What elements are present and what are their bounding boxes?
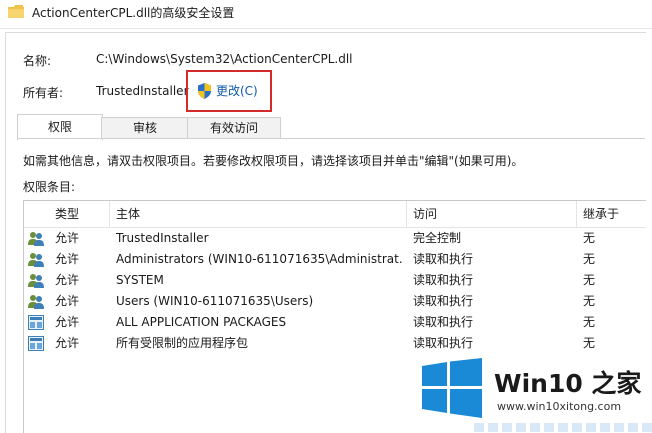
change-owner-label: 更改(C) xyxy=(216,84,258,98)
column-access[interactable]: 访问 xyxy=(407,201,577,227)
table-header: 类型 主体 访问 继承于 xyxy=(24,201,646,228)
title-bar: ActionCenterCPL.dll的高级安全设置 xyxy=(0,0,652,24)
column-type[interactable]: 类型 xyxy=(24,201,110,227)
cell-principal: SYSTEM xyxy=(116,273,164,287)
watermark-strip xyxy=(474,423,652,432)
cell-type: 允许 xyxy=(55,231,80,245)
name-value: C:\Windows\System32\ActionCenterCPL.dll xyxy=(96,52,353,66)
cell-access: 读取和执行 xyxy=(413,315,474,329)
tab-effective-access-label: 有效访问 xyxy=(209,121,258,135)
owner-value: TrustedInstaller xyxy=(96,84,189,98)
cell-inherited-from: 无 xyxy=(583,273,596,287)
windows-logo-icon xyxy=(422,358,482,418)
tab-permissions[interactable]: 权限 xyxy=(17,114,103,140)
column-inherited-from[interactable]: 继承于 xyxy=(577,201,646,227)
entries-label: 权限条目: xyxy=(23,180,76,194)
cell-type: 允许 xyxy=(55,336,80,350)
window-title: ActionCenterCPL.dll的高级安全设置 xyxy=(32,6,235,20)
cell-inherited-from: 无 xyxy=(583,315,596,329)
tab-auditing-label: 审核 xyxy=(132,121,157,135)
cell-access: 读取和执行 xyxy=(413,294,474,308)
cell-principal: Users (WIN10-611071635\Users) xyxy=(116,294,314,308)
table-row[interactable]: 允许 Administrators (WIN10-611071635\Admini… xyxy=(24,249,646,270)
tab-underline xyxy=(17,138,645,139)
cell-type: 允许 xyxy=(55,294,80,308)
table-row[interactable]: 允许 ALL APPLICATION PACKAGES 读取和执行 无 xyxy=(24,312,646,333)
app-package-icon xyxy=(28,336,44,351)
owner-label: 所有者: xyxy=(23,86,64,100)
shield-icon xyxy=(198,82,211,99)
cell-principal: Administrators (WIN10-611071635\Administ… xyxy=(116,252,404,266)
cell-type: 允许 xyxy=(55,252,80,266)
users-icon xyxy=(28,231,44,246)
column-principal[interactable]: 主体 xyxy=(110,201,407,227)
watermark-url: www.win10xitong.com xyxy=(497,400,622,413)
cell-principal: 所有受限制的应用程序包 xyxy=(116,336,249,350)
watermark: Win10 之家 www.win10xitong.com xyxy=(414,350,652,432)
cell-access: 读取和执行 xyxy=(413,252,474,266)
title-divider xyxy=(0,28,652,29)
cell-principal: TrustedInstaller xyxy=(116,231,209,245)
tab-effective-access[interactable]: 有效访问 xyxy=(187,117,281,139)
cell-inherited-from: 无 xyxy=(583,252,596,266)
users-icon xyxy=(28,252,44,267)
users-icon xyxy=(28,294,44,309)
cell-principal: ALL APPLICATION PACKAGES xyxy=(116,315,287,329)
table-row[interactable]: 允许 Users (WIN10-611071635\Users) 读取和执行 无 xyxy=(24,291,646,312)
change-owner-link[interactable]: 更改(C) xyxy=(197,82,258,99)
info-text: 如需其他信息，请双击权限项目。若要修改权限项目，请选择该项目并单击"编辑"(如果… xyxy=(23,154,524,168)
cell-type: 允许 xyxy=(55,315,80,329)
tab-auditing[interactable]: 审核 xyxy=(101,117,189,139)
users-icon xyxy=(28,273,44,288)
watermark-brand: Win10 之家 xyxy=(494,369,642,398)
cell-access: 读取和执行 xyxy=(413,273,474,287)
table-row[interactable]: 允许 TrustedInstaller 完全控制 无 xyxy=(24,228,646,249)
cell-access: 完全控制 xyxy=(413,231,462,245)
app-package-icon xyxy=(28,315,44,330)
cell-inherited-from: 无 xyxy=(583,231,596,245)
cell-type: 允许 xyxy=(55,273,80,287)
tab-permissions-label: 权限 xyxy=(47,120,72,134)
name-label: 名称: xyxy=(23,54,52,68)
cell-inherited-from: 无 xyxy=(583,294,596,308)
folder-icon xyxy=(8,5,24,18)
table-row[interactable]: 允许 SYSTEM 读取和执行 无 xyxy=(24,270,646,291)
